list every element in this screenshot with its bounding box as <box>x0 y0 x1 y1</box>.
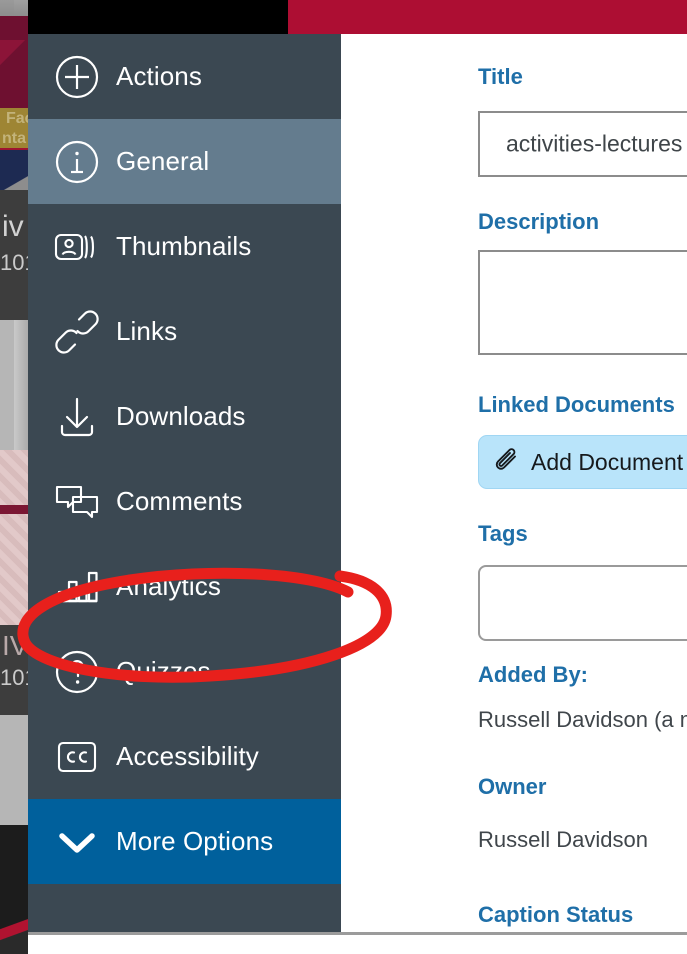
sidebar-item-thumbnails[interactable]: Thumbnails <box>28 204 341 289</box>
bg-segment-pattern <box>0 450 28 625</box>
added-by-label: Added By: <box>478 662 588 687</box>
description-label: Description <box>478 209 600 234</box>
owner-label: Owner <box>478 774 547 799</box>
question-circle-icon <box>50 645 104 699</box>
sidebar-item-label: Comments <box>116 486 243 516</box>
sidebar-item-label: Accessibility <box>116 741 259 771</box>
bg-segment-red-low <box>0 900 28 954</box>
bg-fragment-iv: iv <box>2 210 24 243</box>
tags-input[interactable] <box>478 565 687 641</box>
sidebar-item-quizzes[interactable]: Quizzes <box>28 629 341 714</box>
bg-fragment-nta: nta <box>2 130 26 147</box>
bottom-divider <box>28 932 687 935</box>
paperclip-icon <box>493 448 521 476</box>
background-scrollbar[interactable] <box>14 320 28 450</box>
info-circle-icon <box>50 135 104 189</box>
screenshot-root: Fac nta iv 101 IV 101 <box>0 0 687 954</box>
sidebar-item-label: Actions <box>116 61 202 91</box>
bg-segment-grey-low <box>0 715 28 825</box>
add-document-label: Add Document <box>531 448 684 475</box>
sidebar-item-label: General <box>116 146 210 176</box>
owner-value: Russell Davidson <box>478 827 648 852</box>
sidebar-item-label: Analytics <box>116 571 221 601</box>
description-textarea[interactable] <box>478 250 687 355</box>
sidebar-item-label: Links <box>116 316 178 346</box>
bg-fragment-ion-1: 101 <box>0 250 28 275</box>
topbar-black-region <box>28 0 288 34</box>
download-arrow-icon <box>50 390 104 444</box>
sidebar-item-links[interactable]: Links <box>28 289 341 374</box>
general-details-form: Title activities-lectures Description Li… <box>341 34 687 932</box>
bg-fragment-fac: Fac <box>6 110 28 127</box>
closed-caption-icon <box>50 730 104 784</box>
title-input-value: activities-lectures <box>506 130 683 157</box>
tags-label: Tags <box>478 521 528 546</box>
title-input[interactable]: activities-lectures <box>478 111 687 177</box>
bg-fragment-ion-2: 101 <box>0 665 28 690</box>
plus-circle-icon <box>50 50 104 104</box>
sidebar-item-comments[interactable]: Comments <box>28 459 341 544</box>
bg-segment-triangle-marker <box>0 505 28 523</box>
sidebar-item-analytics[interactable]: Analytics <box>28 544 341 629</box>
title-label: Title <box>478 64 523 89</box>
sidebar-item-actions[interactable]: Actions <box>28 34 341 119</box>
sidebar-item-label: More Options <box>116 826 274 856</box>
sidebar-item-label: Thumbnails <box>116 231 252 261</box>
thumbnails-icon <box>50 220 104 274</box>
bg-segment-maroon-tri <box>0 40 28 74</box>
chevron-down-icon <box>50 815 104 869</box>
link-chain-icon <box>50 305 104 359</box>
media-details-modal: Actions General Thumbnails Links Downloa… <box>17 34 687 932</box>
topbar-brand-banner <box>288 0 687 34</box>
added-by-value: Russell Davidson (a m <box>478 707 687 732</box>
add-document-button[interactable]: Add Document <box>478 435 687 489</box>
sidebar-item-more-options[interactable]: More Options <box>28 799 341 884</box>
linked-documents-label: Linked Documents <box>478 392 675 417</box>
window-corner-chrome <box>0 0 14 14</box>
sidebar-item-general[interactable]: General <box>28 119 341 204</box>
bar-chart-icon <box>50 560 104 614</box>
bg-segment-black-low <box>0 825 28 900</box>
background-page-strip: Fac nta iv 101 IV 101 <box>0 0 28 954</box>
sidebar-item-label: Quizzes <box>116 656 211 686</box>
bg-fragment-iv-2: IV <box>2 630 28 661</box>
sidebar-item-downloads[interactable]: Downloads <box>28 374 341 459</box>
sidebar-item-accessibility[interactable]: Accessibility <box>28 714 341 799</box>
sidebar-item-label: Downloads <box>116 401 246 431</box>
caption-status-label: Caption Status <box>478 902 634 927</box>
comment-bubbles-icon <box>50 475 104 529</box>
modal-sidebar-nav: Actions General Thumbnails Links Downloa… <box>28 34 341 932</box>
